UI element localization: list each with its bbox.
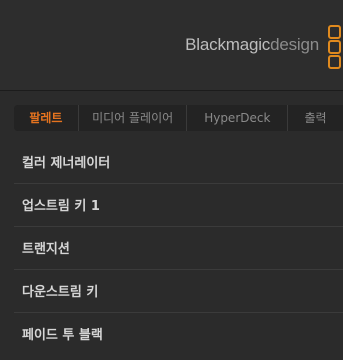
header-bar: Blackmagicdesign — [0, 0, 343, 91]
tab-palette[interactable]: 팔레트 — [14, 105, 79, 131]
palette-item-fade-to-black[interactable]: 페이드 투 블랙 — [14, 313, 343, 356]
side-panel: 팔레트 미디어 플레이어 HyperDeck 출력 컬러 제너레이터 업스트림 … — [0, 91, 343, 360]
blackmagic-logo-icon — [328, 25, 341, 69]
palette-list: 컬러 제너레이터 업스트림 키 1 트랜지션 다운스트림 키 페이드 투 블랙 — [14, 141, 343, 356]
logo-square-top — [328, 25, 341, 39]
panel-tab-bar: 팔레트 미디어 플레이어 HyperDeck 출력 — [14, 105, 343, 131]
brand-light-text: design — [270, 35, 319, 54]
atem-software-control-window: Blackmagicdesign 팔레트 미디어 플레이어 HyperDeck … — [0, 0, 343, 360]
palette-item-downstream-key[interactable]: 다운스트림 키 — [14, 270, 343, 313]
logo-square-middle — [328, 40, 341, 54]
tab-hyperdeck[interactable]: HyperDeck — [187, 105, 289, 131]
logo-square-bottom — [328, 55, 341, 69]
palette-item-color-generator[interactable]: 컬러 제너레이터 — [14, 141, 343, 184]
palette-item-transition[interactable]: 트랜지션 — [14, 227, 343, 270]
tab-media-player[interactable]: 미디어 플레이어 — [78, 105, 188, 131]
tab-output[interactable]: 출력 — [288, 105, 343, 131]
brand-wordmark: Blackmagicdesign — [185, 35, 319, 55]
palette-item-upstream-key-1[interactable]: 업스트림 키 1 — [14, 184, 343, 227]
brand-bold-text: Blackmagic — [185, 35, 271, 54]
